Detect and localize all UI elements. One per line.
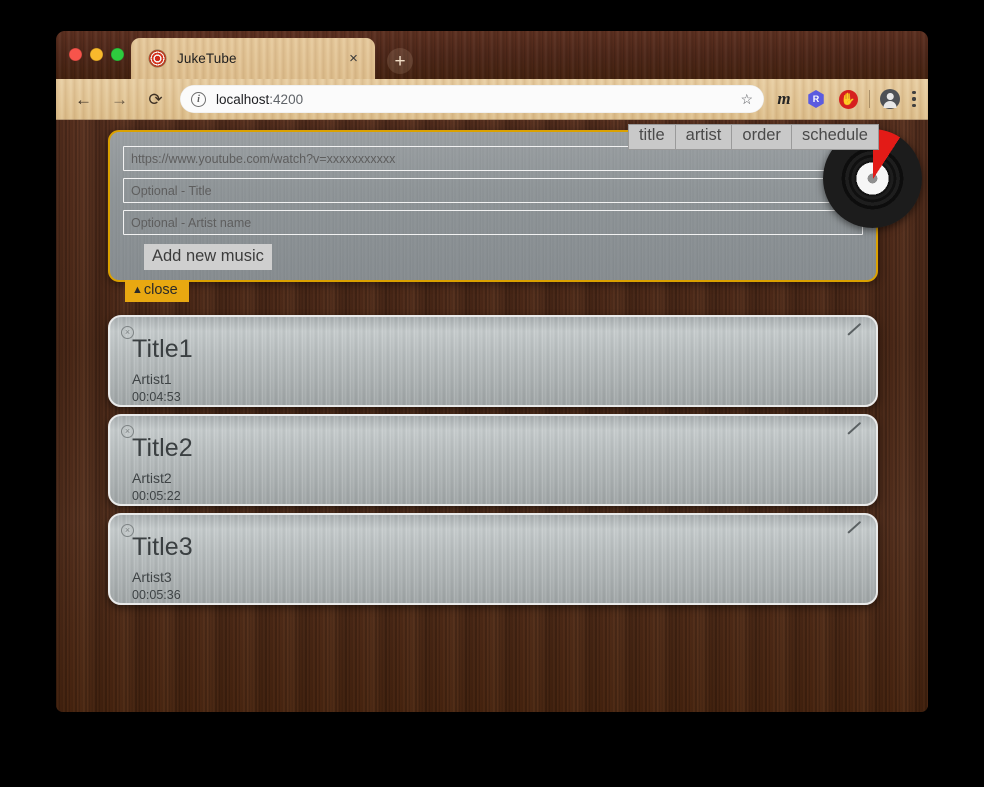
music-list: × Title1 Artist1 00:04:53 × Title2 Artis… — [108, 315, 878, 612]
close-icon[interactable]: × — [344, 49, 363, 68]
add-new-music-button[interactable]: Add new music — [144, 244, 272, 270]
edit-pencil-icon[interactable] — [846, 425, 864, 443]
nav-item-artist[interactable]: artist — [674, 124, 732, 150]
star-icon[interactable]: ☆ — [740, 92, 753, 106]
address-bar[interactable]: i localhost:4200 ☆ — [180, 85, 764, 113]
title-input[interactable] — [123, 178, 863, 203]
window-maximize-button[interactable] — [111, 48, 124, 61]
music-title: Title3 — [132, 533, 193, 561]
close-form-tab[interactable]: ▲ close — [125, 280, 189, 302]
edit-pencil-icon[interactable] — [846, 326, 864, 344]
browser-tab-strip: JukeTube × + — [56, 31, 928, 79]
back-arrow-icon[interactable]: ← — [70, 86, 97, 113]
url-port: :4200 — [269, 91, 304, 107]
nav-item-schedule[interactable]: schedule — [790, 124, 879, 150]
kebab-menu-icon[interactable] — [912, 90, 916, 108]
info-icon[interactable]: i — [191, 91, 206, 107]
music-duration: 00:05:36 — [132, 588, 181, 602]
extension-stop-hand-icon[interactable]: ✋ — [837, 88, 859, 110]
extension-m-icon[interactable]: m — [773, 88, 795, 110]
nav-item-title[interactable]: title — [627, 124, 675, 150]
url-host: localhost — [216, 91, 270, 107]
address-bar-url: localhost:4200 — [216, 92, 740, 107]
reload-icon[interactable]: ⟳ — [142, 86, 169, 113]
artist-input[interactable] — [123, 210, 863, 235]
browser-tab-title: JukeTube — [177, 51, 237, 66]
extension-r-icon[interactable]: R — [805, 88, 827, 110]
target-icon — [149, 50, 166, 67]
triangle-up-icon: ▲ — [132, 283, 143, 296]
nav-item-order[interactable]: order — [731, 124, 791, 150]
forward-arrow-icon[interactable]: → — [106, 86, 133, 113]
window-minimize-button[interactable] — [90, 48, 103, 61]
add-music-form: Add new music — [108, 130, 878, 282]
edit-pencil-icon[interactable] — [846, 524, 864, 542]
page-viewport: title artist order schedule Add new musi… — [56, 120, 928, 712]
music-duration: 00:04:53 — [132, 390, 181, 404]
new-tab-button[interactable]: + — [387, 48, 413, 74]
music-card[interactable]: × Title2 Artist2 00:05:22 — [108, 414, 878, 506]
browser-window: JukeTube × + ← → ⟳ i localhost:4200 ☆ m … — [56, 31, 928, 712]
toolbar-divider — [869, 90, 870, 108]
music-artist: Artist1 — [132, 371, 172, 387]
browser-tab[interactable]: JukeTube × — [131, 38, 375, 79]
window-close-button[interactable] — [69, 48, 82, 61]
music-artist: Artist3 — [132, 569, 172, 585]
music-card[interactable]: × Title3 Artist3 00:05:36 — [108, 513, 878, 605]
top-nav-menu: title artist order schedule — [627, 124, 879, 150]
profile-avatar-icon[interactable] — [880, 89, 900, 109]
music-card[interactable]: × Title1 Artist1 00:04:53 — [108, 315, 878, 407]
close-form-label: close — [143, 282, 178, 298]
music-duration: 00:05:22 — [132, 489, 181, 503]
window-traffic-lights — [69, 48, 124, 61]
music-title: Title1 — [132, 335, 193, 363]
music-artist: Artist2 — [132, 470, 172, 486]
music-title: Title2 — [132, 434, 193, 462]
browser-toolbar: ← → ⟳ i localhost:4200 ☆ m R ✋ — [56, 79, 928, 120]
